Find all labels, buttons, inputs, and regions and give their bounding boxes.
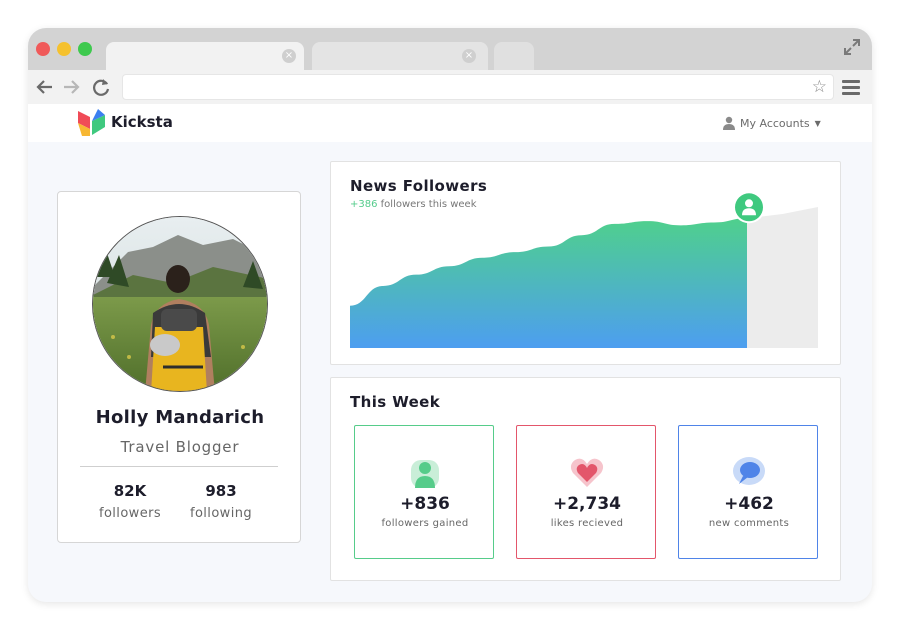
- browser-tab-1[interactable]: ×: [106, 42, 304, 70]
- app-header: Kicksta My Accounts ▼: [28, 104, 872, 142]
- heart-icon: [570, 458, 604, 487]
- following-label: following: [189, 506, 253, 521]
- latest-follower-marker-icon: [733, 191, 765, 224]
- user-icon: [411, 460, 439, 488]
- star-icon[interactable]: ☆: [812, 76, 827, 98]
- chart-subtitle: +386 followers this week: [350, 199, 477, 210]
- reload-icon[interactable]: [90, 76, 112, 98]
- new-comments-value: +462: [724, 494, 774, 514]
- close-window-button[interactable]: [36, 42, 50, 56]
- brand-name: Kicksta: [111, 113, 173, 131]
- following-count: 983: [205, 482, 237, 500]
- this-week-card: This Week +836 followers gained +2,734 l…: [330, 377, 841, 581]
- chart-subtitle-text: followers this week: [377, 199, 477, 210]
- weekly-delta: +386: [350, 199, 378, 210]
- news-followers-card: News Followers +386 followers this week: [330, 161, 841, 365]
- browser-tab-2[interactable]: ×: [312, 42, 488, 70]
- divider: [80, 466, 278, 467]
- followers-gained-card: +836 followers gained: [354, 425, 494, 559]
- followers-gained-label: followers gained: [381, 518, 469, 529]
- chart-projection-area: [747, 207, 818, 348]
- tab-close-icon[interactable]: ×: [282, 49, 296, 63]
- maximize-window-button[interactable]: [78, 42, 92, 56]
- my-accounts-label: My Accounts: [740, 116, 810, 130]
- browser-toolbar: ☆: [28, 70, 872, 104]
- likes-received-card: +2,734 likes recieved: [516, 425, 656, 559]
- address-bar[interactable]: ☆: [122, 74, 834, 100]
- avatar-photo: [93, 217, 267, 391]
- back-arrow-icon[interactable]: [34, 76, 56, 98]
- forward-arrow-icon[interactable]: [60, 76, 82, 98]
- chevron-down-icon: ▼: [814, 118, 821, 128]
- followers-stat: 82K followers: [85, 482, 175, 521]
- tab-strip: × ×: [28, 28, 872, 70]
- likes-received-value: +2,734: [552, 494, 622, 514]
- new-comments-card: +462 new comments: [678, 425, 818, 559]
- hamburger-icon[interactable]: [842, 80, 860, 95]
- profile-card: Holly Mandarich Travel Blogger 82K follo…: [57, 191, 301, 543]
- this-week-title: This Week: [350, 393, 441, 411]
- my-accounts-dropdown[interactable]: My Accounts ▼: [723, 116, 821, 130]
- tab-close-icon[interactable]: ×: [462, 49, 476, 63]
- following-stat: 983 following: [176, 482, 266, 521]
- followers-count: 82K: [113, 482, 147, 500]
- expand-icon[interactable]: [843, 38, 861, 56]
- followers-gained-value: +836: [400, 494, 450, 514]
- profile-name: Holly Mandarich: [95, 407, 265, 428]
- avatar: [92, 216, 268, 392]
- likes-received-label: likes recieved: [550, 518, 624, 529]
- profile-role: Travel Blogger: [120, 438, 240, 456]
- minimize-window-button[interactable]: [57, 42, 71, 56]
- chart-series-area: [350, 218, 747, 348]
- kicksta-logo: [78, 109, 105, 136]
- comment-icon: [733, 457, 765, 485]
- new-comments-label: new comments: [708, 518, 790, 529]
- new-tab-button[interactable]: [494, 42, 534, 70]
- browser-window: × × ☆ Kicksta My Accounts ▼ Holly Mandar…: [28, 28, 872, 602]
- user-icon: [723, 116, 735, 130]
- chart-title: News Followers: [350, 177, 488, 195]
- followers-label: followers: [98, 506, 162, 521]
